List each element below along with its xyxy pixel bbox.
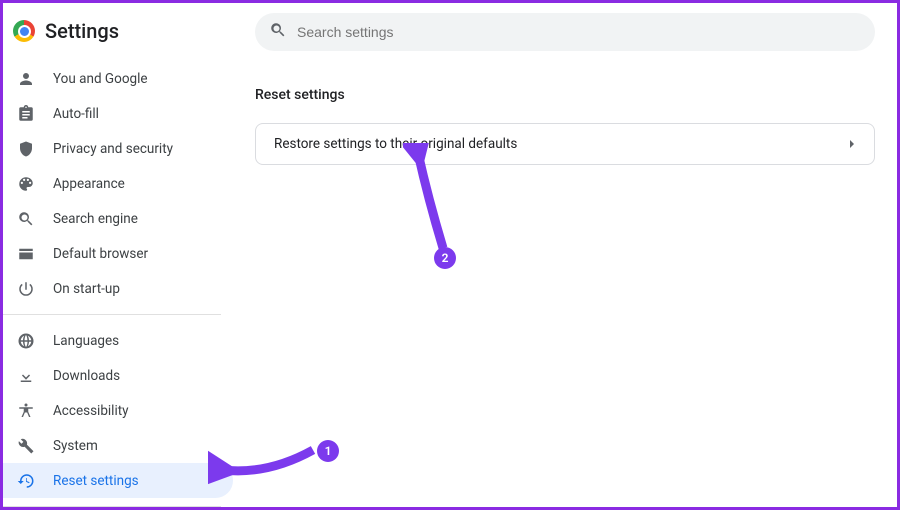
sidebar-item-search-engine[interactable]: Search engine	[3, 201, 233, 236]
sidebar-item-accessibility[interactable]: Accessibility	[3, 393, 233, 428]
download-icon	[17, 367, 35, 385]
sidebar-item-label: Default browser	[53, 246, 148, 262]
sidebar-item-languages[interactable]: Languages	[3, 323, 233, 358]
search-icon	[17, 210, 35, 228]
sidebar-item-label: Auto-fill	[53, 106, 99, 122]
assignment-icon	[17, 105, 35, 123]
restore-icon	[17, 472, 35, 490]
sidebar-item-label: Appearance	[53, 176, 125, 192]
sidebar-item-label: Search engine	[53, 211, 138, 227]
sidebar-item-system[interactable]: System	[3, 428, 233, 463]
main-content: Reset settings Restore settings to their…	[233, 3, 897, 507]
page-title: Settings	[45, 19, 119, 43]
sidebar: Settings You and Google Auto-fill Privac…	[3, 3, 233, 507]
divider	[3, 506, 221, 507]
divider	[3, 314, 221, 315]
chrome-logo-icon	[13, 20, 35, 42]
callout-badge-1: 1	[317, 440, 339, 462]
row-label: Restore settings to their original defau…	[274, 136, 517, 152]
chevron-right-icon	[848, 136, 856, 152]
sidebar-item-reset-settings[interactable]: Reset settings	[3, 463, 233, 498]
shield-icon	[17, 140, 35, 158]
annotation-arrow-2	[403, 143, 458, 253]
sidebar-item-appearance[interactable]: Appearance	[3, 166, 233, 201]
sidebar-item-label: Languages	[53, 333, 119, 349]
sidebar-item-label: You and Google	[53, 71, 148, 87]
section-title: Reset settings	[255, 87, 875, 103]
sidebar-item-downloads[interactable]: Downloads	[3, 358, 233, 393]
sidebar-item-label: Accessibility	[53, 403, 129, 419]
globe-icon	[17, 332, 35, 350]
sidebar-item-auto-fill[interactable]: Auto-fill	[3, 96, 233, 131]
nav: You and Google Auto-fill Privacy and sec…	[3, 55, 233, 507]
accessibility-icon	[17, 402, 35, 420]
person-icon	[17, 70, 35, 88]
palette-icon	[17, 175, 35, 193]
restore-defaults-row[interactable]: Restore settings to their original defau…	[256, 124, 874, 164]
browser-icon	[17, 245, 35, 263]
sidebar-item-you-and-google[interactable]: You and Google	[3, 61, 233, 96]
sidebar-item-label: Downloads	[53, 368, 120, 384]
search-input[interactable]	[297, 24, 861, 40]
annotation-arrow-1	[208, 440, 318, 485]
sidebar-item-label: On start-up	[53, 281, 120, 297]
sidebar-item-label: Reset settings	[53, 473, 139, 489]
sidebar-item-label: System	[53, 438, 98, 454]
reset-settings-card: Restore settings to their original defau…	[255, 123, 875, 165]
search-bar[interactable]	[255, 13, 875, 51]
sidebar-item-on-startup[interactable]: On start-up	[3, 271, 233, 306]
wrench-icon	[17, 437, 35, 455]
sidebar-header: Settings	[3, 13, 233, 55]
sidebar-item-privacy-security[interactable]: Privacy and security	[3, 131, 233, 166]
sidebar-item-default-browser[interactable]: Default browser	[3, 236, 233, 271]
sidebar-item-label: Privacy and security	[53, 141, 173, 157]
power-icon	[17, 280, 35, 298]
search-icon	[269, 21, 287, 43]
